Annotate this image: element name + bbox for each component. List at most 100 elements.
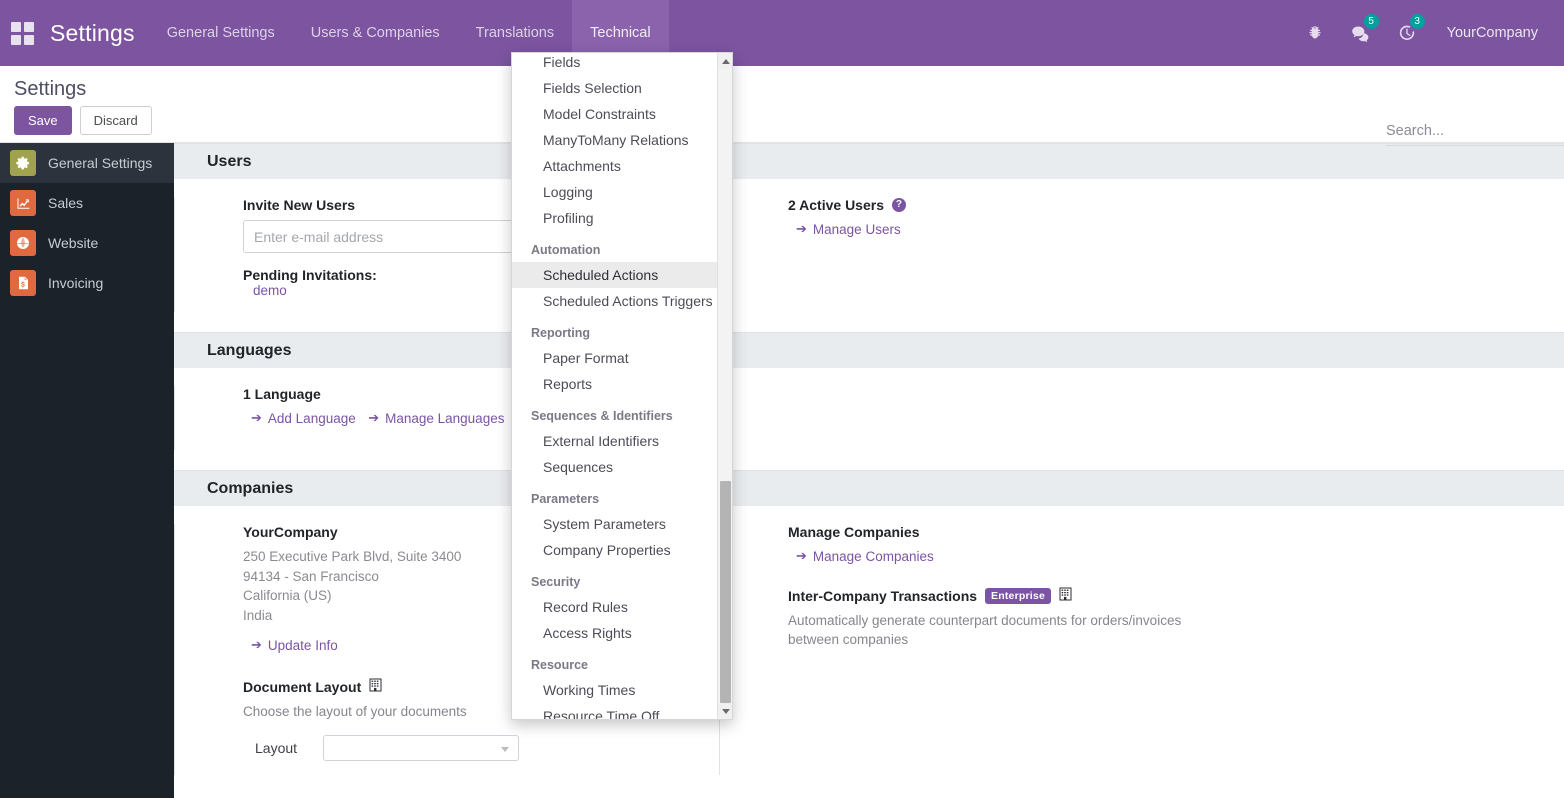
arrow-right-icon: ➔ [368, 410, 380, 425]
save-button[interactable]: Save [14, 106, 72, 135]
sidebar-item-invoicing[interactable]: Invoicing [0, 263, 174, 303]
users-right-column: 2 Active Users ? ➔ Manage Users [719, 197, 1264, 312]
layout-field-row: Layout [243, 735, 719, 761]
dropdown-group-header: Sequences & Identifiers [531, 409, 673, 423]
arrow-right-icon: ➔ [796, 548, 807, 563]
inter-company-title: Inter-Company Transactions [788, 587, 978, 604]
help-circle-icon[interactable]: ? [891, 198, 906, 212]
dropdown-item[interactable]: ManyToMany Relations [512, 127, 718, 153]
messages-badge: 5 [1363, 14, 1379, 29]
dropdown-item[interactable]: Paper Format [512, 345, 718, 371]
settings-content: Users Invite New Users Pending Invitatio… [174, 143, 1564, 798]
inter-company-transactions-block: Inter-Company Transactions Enterprise Au… [788, 587, 1264, 649]
dropdown-scrollbar[interactable] [717, 53, 732, 719]
scrollbar-thumb[interactable] [720, 481, 731, 703]
active-users-count: 2 Active Users [788, 197, 884, 213]
search-container [1386, 122, 1564, 146]
dropdown-item[interactable]: Working Times [512, 677, 718, 703]
section-body-languages: 1 Language ➔ Add Language ➔ Manage Langu… [174, 368, 1564, 470]
layout-select[interactable] [323, 735, 520, 761]
messages-icon[interactable]: 5 [1341, 0, 1381, 66]
add-language-link[interactable]: ➔ Add Language [243, 410, 356, 426]
chart-up-icon [10, 190, 36, 216]
activities-clock-icon[interactable]: 3 [1387, 0, 1427, 66]
update-info-link[interactable]: ➔ Update Info [243, 637, 338, 653]
search-input[interactable] [1386, 123, 1564, 139]
technical-dropdown-menu: Fields Fields Selection Model Constraints M… [511, 52, 733, 720]
manage-companies-heading: Manage Companies [788, 524, 920, 540]
app-brand-title[interactable]: Settings [44, 20, 149, 47]
manage-companies-label: Manage Companies [812, 548, 934, 564]
invoice-dollar-icon [10, 270, 36, 296]
section-heading-languages: Languages [174, 332, 1564, 368]
dropdown-item[interactable]: Sequences [512, 454, 718, 480]
dropdown-group-header: Reporting [531, 326, 591, 340]
section-body-companies: YourCompany 250 Executive Park Blvd, Sui… [174, 506, 1564, 795]
dropdown-item[interactable]: Profiling [512, 205, 718, 231]
user-company-menu[interactable]: YourCompany [1433, 25, 1548, 41]
dropdown-item[interactable]: Company Properties [512, 537, 718, 563]
update-info-label: Update Info [267, 637, 338, 653]
arrow-right-icon: ➔ [796, 221, 807, 236]
document-layout-label: Document Layout [243, 678, 362, 695]
layout-field-label: Layout [255, 740, 298, 756]
inter-company-title-row: Inter-Company Transactions Enterprise [788, 587, 1264, 604]
sidebar-item-sales[interactable]: Sales [0, 183, 174, 223]
dropdown-item[interactable]: Attachments [512, 153, 718, 179]
dropdown-item[interactable]: Fields Selection [512, 75, 718, 101]
manage-companies-block: Manage Companies ➔ Manage Companies [788, 524, 1264, 565]
apps-grid-icon[interactable] [0, 0, 44, 66]
navbar-right-tools: 5 3 YourCompany [1295, 0, 1564, 66]
dropdown-group-header: Automation [531, 243, 601, 257]
sidebar-item-label: Website [48, 235, 99, 251]
active-users-title: 2 Active Users ? [788, 197, 1264, 213]
page-title: Settings [14, 78, 87, 100]
dropdown-items-list: Fields Fields Selection Model Constraints M… [512, 53, 718, 719]
bug-icon[interactable] [1295, 0, 1335, 66]
top-navbar: Settings General Settings Users & Compan… [0, 0, 1564, 66]
dropdown-item[interactable]: Record Rules [512, 594, 718, 620]
section-heading-users: Users [174, 143, 1564, 179]
control-panel: Settings Save Discard [0, 66, 1564, 146]
dropdown-item[interactable]: Resource Time Off [512, 703, 718, 719]
companies-right-column: Manage Companies ➔ Manage Companies Inte… [719, 524, 1264, 775]
building-icon [369, 678, 382, 695]
sidebar-item-label: General Settings [48, 155, 153, 171]
manage-users-link[interactable]: ➔ Manage Users [788, 221, 901, 237]
manage-users-label: Manage Users [812, 221, 901, 237]
dropdown-item[interactable]: Reports [512, 371, 718, 397]
dropdown-item[interactable]: Logging [512, 179, 718, 205]
dropdown-group-header: Security [531, 575, 581, 589]
section-heading-companies: Companies [174, 470, 1564, 506]
languages-right-column [719, 386, 1264, 450]
manage-languages-label: Manage Languages [385, 410, 505, 426]
dropdown-item[interactable]: Access Rights [512, 620, 718, 646]
dropdown-item[interactable]: External Identifiers [512, 428, 718, 454]
discard-button[interactable]: Discard [79, 106, 152, 135]
sidebar-item-label: Invoicing [48, 275, 104, 291]
dropdown-group-header: Resource [531, 658, 588, 672]
nav-menu-users-companies[interactable]: Users & Companies [293, 0, 458, 66]
dropdown-item[interactable]: Model Constraints [512, 101, 718, 127]
dropdown-item[interactable]: Scheduled Actions Triggers [512, 288, 718, 314]
scrollbar-down-arrow-icon[interactable] [718, 703, 732, 719]
dropdown-item[interactable]: Scheduled Actions [512, 262, 718, 288]
scrollbar-up-arrow-icon[interactable] [718, 53, 732, 69]
sidebar-item-website[interactable]: Website [0, 223, 174, 263]
sidebar-item-label: Sales [48, 195, 84, 211]
dropdown-item[interactable]: Fields [512, 53, 718, 75]
active-users-block: 2 Active Users ? ➔ Manage Users [788, 197, 1264, 238]
settings-sidebar: General Settings Sales Website Invoicing [0, 143, 174, 798]
control-panel-buttons: Save Discard [14, 106, 152, 135]
dropdown-group-header: Parameters [531, 492, 600, 506]
dropdown-item[interactable]: System Parameters [512, 511, 718, 537]
nav-menu-general-settings[interactable]: General Settings [149, 0, 293, 66]
add-language-label: Add Language [267, 410, 356, 426]
status-badge-enterprise: Enterprise [985, 587, 1051, 604]
sidebar-item-general-settings[interactable]: General Settings [0, 143, 174, 183]
manage-companies-link[interactable]: ➔ Manage Companies [788, 548, 934, 564]
manage-languages-link[interactable]: ➔ Manage Languages [360, 410, 504, 426]
arrow-right-icon: ➔ [251, 410, 262, 425]
dropdown-scroll-viewport: Fields Fields Selection Model Constraints M… [512, 53, 718, 719]
section-body-users: Invite New Users Pending Invitations: de… [174, 179, 1564, 332]
